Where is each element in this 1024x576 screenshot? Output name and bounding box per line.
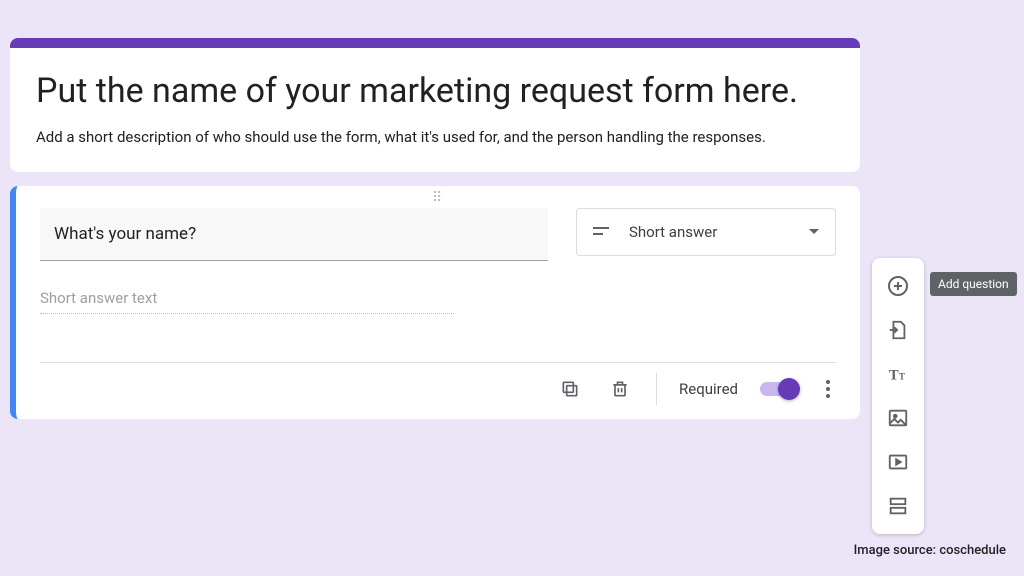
question-footer: Required: [40, 362, 836, 419]
image-credit: Image source: coschedule: [854, 543, 1006, 558]
form-header-card: Put the name of your marketing request f…: [10, 38, 860, 172]
required-toggle[interactable]: [760, 382, 798, 396]
more-options-button[interactable]: [820, 376, 836, 402]
form-description[interactable]: Add a short description of who should us…: [36, 127, 834, 148]
tooltip: Add question: [930, 272, 1017, 296]
drag-handle-icon[interactable]: ⠿: [40, 192, 836, 208]
question-type-select[interactable]: Short answer: [576, 208, 836, 256]
add-video-button[interactable]: [878, 442, 918, 482]
add-image-button[interactable]: [878, 398, 918, 438]
answer-placeholder: Short answer text: [40, 289, 454, 314]
duplicate-button[interactable]: [556, 375, 584, 403]
question-type-label: Short answer: [629, 223, 793, 241]
floating-toolbar: TT: [872, 258, 924, 534]
question-card: ⠿ Short answer Short answer text: [10, 186, 860, 419]
divider: [656, 373, 657, 405]
svg-text:T: T: [889, 368, 899, 384]
import-questions-button[interactable]: [878, 310, 918, 350]
add-title-button[interactable]: TT: [878, 354, 918, 394]
question-title-input[interactable]: [40, 208, 548, 261]
svg-text:T: T: [899, 372, 905, 382]
chevron-down-icon: [809, 229, 819, 234]
add-question-button[interactable]: [878, 266, 918, 306]
short-answer-icon: [593, 226, 613, 238]
form-title[interactable]: Put the name of your marketing request f…: [36, 70, 834, 113]
delete-button[interactable]: [606, 375, 634, 403]
required-label: Required: [679, 380, 738, 398]
add-section-button[interactable]: [878, 486, 918, 526]
